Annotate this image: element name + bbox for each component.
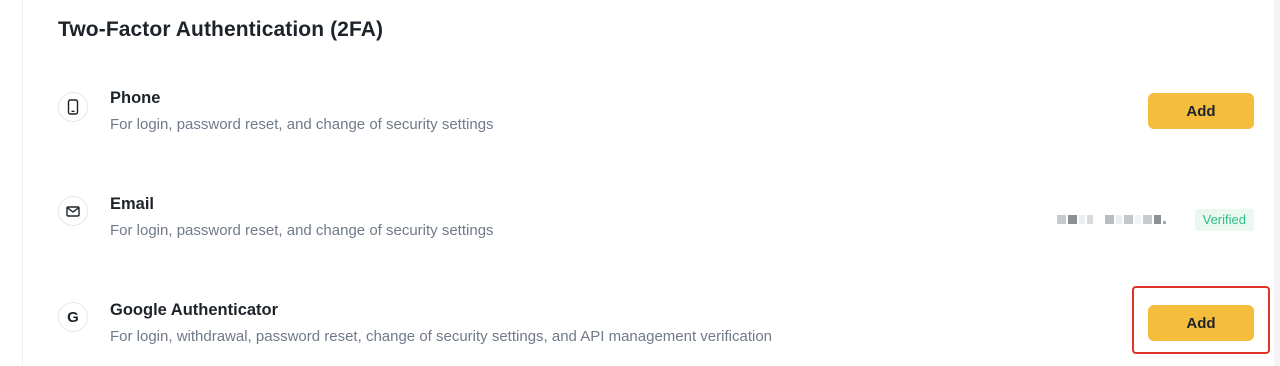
verified-badge: Verified	[1194, 209, 1254, 231]
add-phone-button[interactable]: Add	[1148, 93, 1254, 129]
method-title: Google Authenticator	[110, 301, 279, 319]
left-divider	[22, 0, 23, 366]
mail-icon	[58, 196, 88, 226]
method-description: For login, password reset, and change of…	[110, 222, 494, 239]
google-icon-glyph: G	[67, 308, 79, 326]
method-row-email: Email For login, password reset, and cha…	[58, 195, 1254, 259]
method-title: Phone	[110, 89, 161, 107]
method-row-google-authenticator: G Google Authenticator For login, withdr…	[58, 301, 1254, 365]
method-description: For login, password reset, and change of…	[110, 116, 494, 133]
method-row-phone: Phone For login, password reset, and cha…	[58, 89, 1254, 153]
phone-icon	[58, 92, 88, 122]
method-title: Email	[110, 195, 155, 213]
method-description: For login, withdrawal, password reset, c…	[110, 328, 772, 345]
section-title: Two-Factor Authentication (2FA)	[58, 18, 384, 41]
masked-email-value	[1057, 215, 1166, 224]
google-icon: G	[58, 302, 88, 332]
highlight-box	[1132, 286, 1270, 354]
right-scroll-gutter	[1274, 0, 1280, 366]
